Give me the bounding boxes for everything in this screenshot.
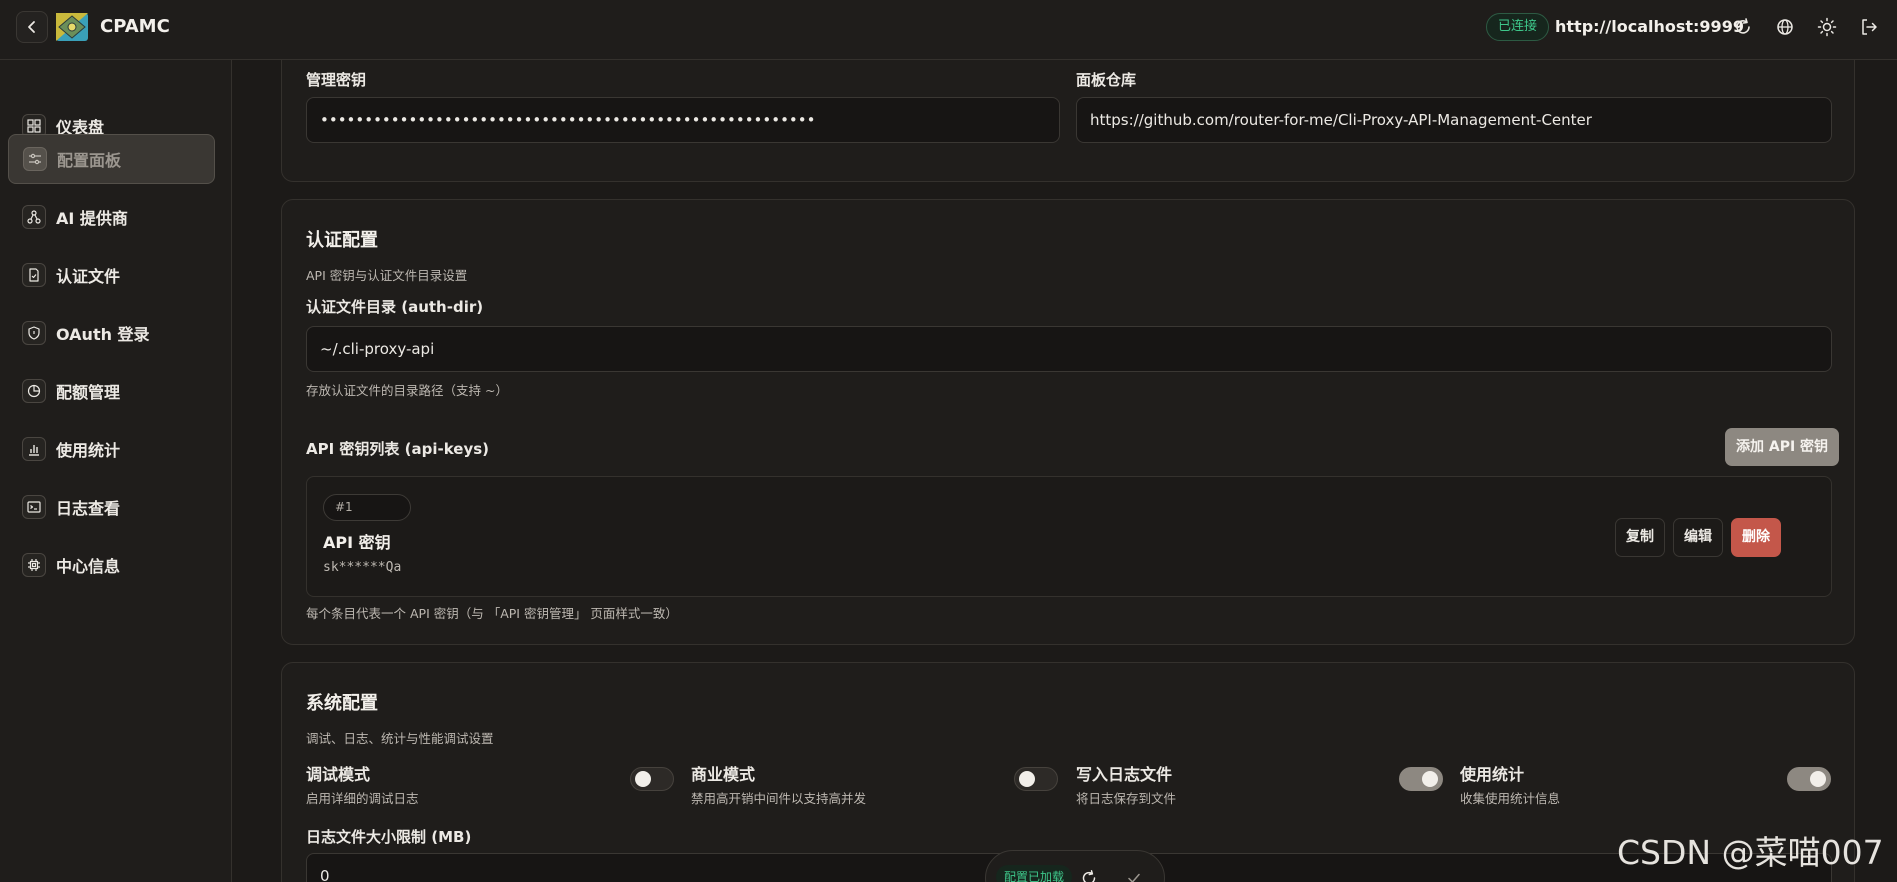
globe-icon[interactable]	[1775, 17, 1795, 37]
toggle-knob	[1422, 771, 1438, 787]
sidebar-item-quota[interactable]: 配额管理	[8, 366, 215, 416]
sidebar-item-config-panel[interactable]: 配置面板	[8, 134, 215, 184]
mgmt-key-input[interactable]: ••••••••••••••••••••••••••••••••••••••••…	[306, 97, 1060, 143]
bar-chart-icon	[22, 437, 46, 461]
api-key-index: #1	[323, 494, 411, 521]
system-section-title: 系统配置	[306, 693, 378, 714]
sidebar-item-center-info[interactable]: 中心信息	[8, 540, 215, 590]
app-logo	[56, 13, 88, 41]
system-section-subtitle: 调试、日志、统计与性能调试设置	[306, 731, 494, 746]
app-title: CPAMC	[100, 16, 170, 37]
toggle-title-usage-stats: 使用统计	[1460, 765, 1525, 784]
api-key-title: API 密钥	[323, 533, 391, 552]
auth-dir-input[interactable]: ~/.cli-proxy-api	[306, 326, 1832, 372]
sidebar-item-label: AI 提供商	[56, 209, 128, 228]
usage-stats-toggle[interactable]	[1787, 767, 1831, 791]
watermark: CSDN @菜喵007	[1617, 833, 1884, 872]
auth-section-title: 认证配置	[306, 230, 378, 251]
reload-icon[interactable]	[1080, 869, 1098, 882]
repo-label: 面板仓库	[1076, 71, 1137, 89]
auth-dir-hint: 存放认证文件的目录路径（支持 ~）	[306, 383, 508, 398]
terminal-icon	[22, 495, 46, 519]
back-icon	[28, 21, 35, 33]
floating-action-bar: 配置已加载	[985, 850, 1165, 882]
toggle-desc-debug: 启用详细的调试日志	[306, 791, 419, 806]
sidebar-item-label: 认证文件	[56, 267, 121, 286]
copy-button[interactable]: 复制	[1615, 518, 1665, 557]
auth-config-card: 认证配置 API 密钥与认证文件目录设置 认证文件目录 (auth-dir) ~…	[281, 199, 1855, 645]
api-keys-hint: 每个条目代表一个 API 密钥（与 「API 密钥管理」 页面样式一致）	[306, 606, 678, 621]
server-url: http://localhost:9999	[1555, 17, 1744, 36]
sidebar-item-label: OAuth 登录	[56, 325, 150, 344]
api-key-value: sk******Qa	[323, 560, 402, 575]
repo-input[interactable]: https://github.com/router-for-me/Cli-Pro…	[1076, 97, 1832, 143]
shield-icon	[22, 321, 46, 345]
api-keys-label: API 密钥列表 (api-keys)	[306, 440, 490, 458]
toggle-knob	[1019, 771, 1035, 787]
panel-settings-card: 管理密钥 •••••••••••••••••••••••••••••••••••…	[281, 60, 1855, 182]
main-content: 管理密钥 •••••••••••••••••••••••••••••••••••…	[233, 60, 1897, 882]
sidebar-item-label: 配额管理	[56, 383, 121, 402]
file-check-icon	[22, 263, 46, 287]
sidebar-item-ai-providers[interactable]: AI 提供商	[8, 192, 215, 242]
sidebar-item-label: 使用统计	[56, 441, 121, 460]
sidebar-item-logs[interactable]: 日志查看	[8, 482, 215, 532]
top-bar: CPAMC 已连接 http://localhost:9999	[0, 0, 1897, 60]
sidebar-item-usage-stats[interactable]: 使用统计	[8, 424, 215, 474]
debug-mode-toggle[interactable]	[630, 767, 674, 791]
edit-button[interactable]: 编辑	[1673, 518, 1723, 557]
toggle-title-debug: 调试模式	[306, 765, 371, 784]
sidebar-item-auth-files[interactable]: 认证文件	[8, 250, 215, 300]
log-to-file-toggle[interactable]	[1399, 767, 1443, 791]
mgmt-key-label: 管理密钥	[306, 71, 367, 89]
logout-icon[interactable]	[1859, 17, 1879, 37]
toggle-desc-commercial: 禁用高开销中间件以支持高并发	[691, 791, 867, 806]
add-api-key-button[interactable]: 添加 API 密钥	[1725, 428, 1840, 466]
refresh-icon[interactable]	[1733, 17, 1753, 37]
pie-chart-icon	[22, 379, 46, 403]
toggle-title-log-file: 写入日志文件	[1076, 765, 1173, 784]
delete-button[interactable]: 删除	[1731, 518, 1781, 557]
sidebar-item-label: 日志查看	[56, 499, 121, 518]
connection-status-badge: 已连接	[1486, 13, 1550, 41]
cpu-icon	[22, 553, 46, 577]
sidebar-item-label: 中心信息	[56, 557, 121, 576]
share-nodes-icon	[22, 205, 46, 229]
back-button[interactable]	[16, 11, 48, 43]
toggle-knob	[635, 771, 651, 787]
toggle-desc-log-file: 将日志保存到文件	[1076, 791, 1177, 806]
sidebar: 仪表盘 配置面板 AI 提供商 认证文件 OAuth 登录 配额管理 使用统计 …	[0, 60, 232, 882]
sliders-icon	[23, 147, 47, 171]
auth-section-subtitle: API 密钥与认证文件目录设置	[306, 268, 468, 283]
commercial-mode-toggle[interactable]	[1014, 767, 1058, 791]
api-key-item: #1 API 密钥 sk******Qa 复制 编辑 删除	[306, 476, 1832, 597]
toggle-title-commercial: 商业模式	[691, 765, 756, 784]
sun-icon[interactable]	[1817, 17, 1837, 37]
config-loaded-badge: 配置已加载	[996, 865, 1073, 882]
toggle-knob	[1810, 771, 1826, 787]
sidebar-item-oauth-login[interactable]: OAuth 登录	[8, 308, 215, 358]
auth-dir-label: 认证文件目录 (auth-dir)	[306, 298, 484, 316]
sidebar-item-label: 配置面板	[57, 151, 122, 170]
log-size-label: 日志文件大小限制 (MB)	[306, 828, 472, 846]
check-icon[interactable]	[1126, 870, 1142, 882]
toggle-desc-usage-stats: 收集使用统计信息	[1460, 791, 1561, 806]
